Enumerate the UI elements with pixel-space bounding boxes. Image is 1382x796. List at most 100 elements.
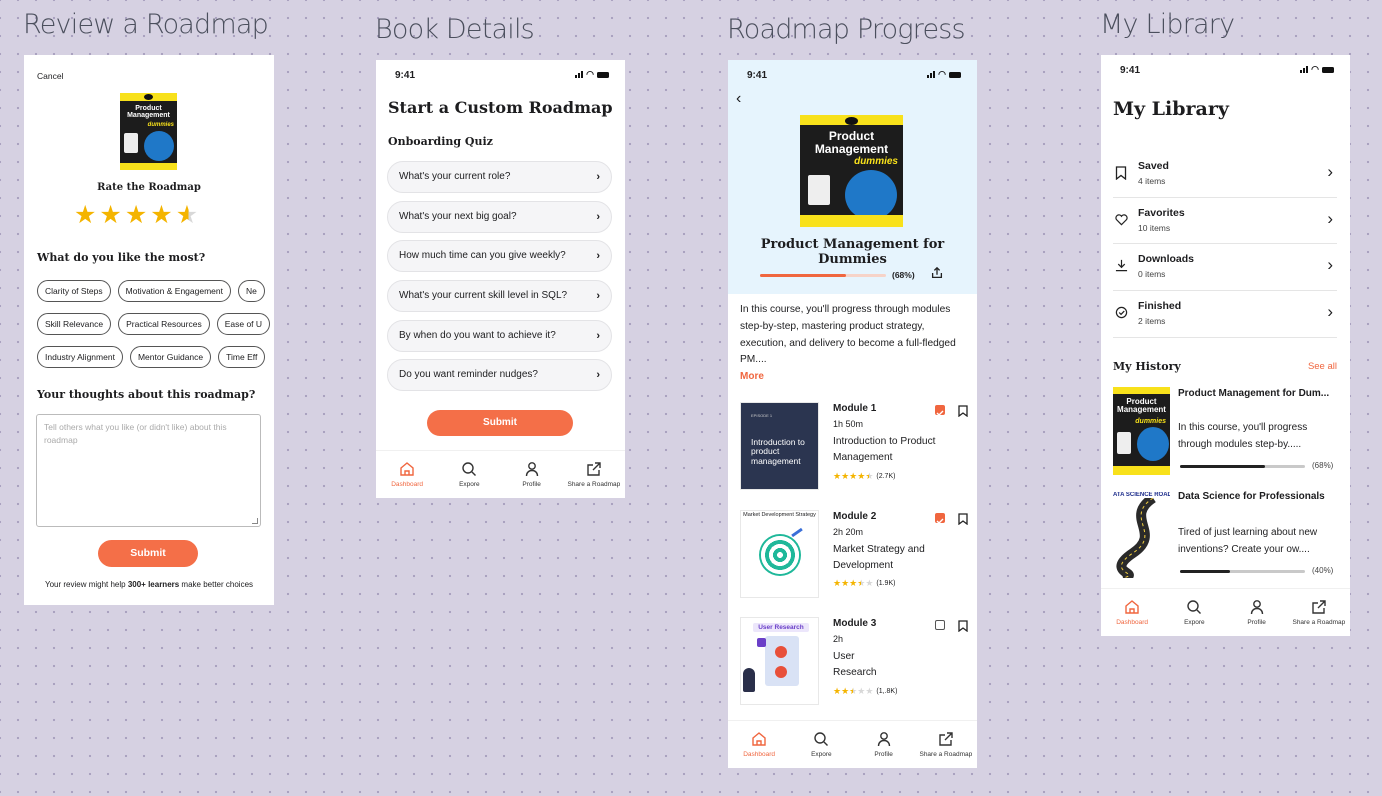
module-duration: 2h 20m: [833, 526, 864, 537]
search-icon: [461, 461, 477, 479]
module-title: User Research: [833, 651, 877, 679]
see-all-link[interactable]: See all: [1308, 361, 1337, 372]
module-title: Introduction to Product Management: [833, 436, 936, 464]
chip[interactable]: Ne: [237, 280, 265, 302]
rating-count: (2.7K): [876, 472, 896, 480]
tab-expore[interactable]: Expore: [1163, 589, 1225, 636]
chip[interactable]: Clarity of Steps: [37, 280, 111, 302]
wifi-icon: ◠: [1311, 64, 1319, 74]
tab-label: Expore: [811, 751, 832, 758]
canvas-title-library: My Library: [1100, 9, 1235, 40]
module-thumbnail: User Research: [740, 617, 819, 705]
quiz-question[interactable]: What's your next big goal? ›: [387, 200, 612, 233]
bookmark-icon[interactable]: [958, 619, 968, 637]
tab-share-a-roadmap[interactable]: Share a Roadmap: [915, 721, 977, 768]
module-row[interactable]: EPISODE 1 Introduction to product managem…: [740, 402, 968, 510]
star-rating[interactable]: ★★★★★: [74, 200, 201, 230]
chip[interactable]: Motivation & Engagement: [117, 280, 231, 302]
module-rating: ★★★★★ (1.9K): [833, 578, 943, 589]
quiz-question[interactable]: What's your current role? ›: [387, 161, 612, 193]
check-circle-icon: [1115, 306, 1128, 324]
tab-label: Expore: [459, 481, 480, 488]
tab-profile[interactable]: Profile: [853, 721, 915, 768]
home-icon: [399, 461, 415, 479]
share-icon[interactable]: [930, 266, 944, 280]
tab-bar: Dashboard Expore Profile Share a Roadmap: [376, 450, 625, 498]
thoughts-textarea[interactable]: Tell others what you like (or didn't lik…: [36, 414, 261, 527]
chip[interactable]: Time Eff: [218, 346, 266, 368]
module-checkbox[interactable]: [935, 405, 945, 416]
tab-profile[interactable]: Profile: [501, 451, 563, 498]
home-icon: [1124, 599, 1140, 617]
history-item[interactable]: Product Management dummies Product Managem…: [1113, 385, 1341, 490]
share-icon: [938, 731, 954, 749]
star-icon: ★: [841, 578, 850, 589]
library-item-saved[interactable]: Saved 4 items ›: [1113, 151, 1337, 198]
quiz-question[interactable]: How much time can you give weekly? ›: [387, 240, 612, 273]
submit-button[interactable]: Submit: [427, 410, 573, 436]
tab-expore[interactable]: Expore: [438, 451, 500, 498]
chip[interactable]: Industry Alignment: [37, 346, 123, 368]
chip[interactable]: Ease of U: [216, 313, 271, 335]
quiz-question[interactable]: By when do you want to achieve it? ›: [387, 319, 612, 352]
chevron-right-icon: ›: [596, 329, 600, 342]
cancel-button[interactable]: Cancel: [37, 71, 63, 81]
history-item[interactable]: ATA SCIENCE ROADMA Data Science for Profe…: [1113, 490, 1341, 595]
tab-label: Profile: [874, 751, 893, 758]
module-row[interactable]: Market Development Strategy Module 2 2h 20…: [740, 509, 968, 618]
library-item-downloads[interactable]: Downloads 0 items ›: [1113, 244, 1337, 292]
history-title: Product Management for Dum...: [1178, 388, 1330, 399]
module-checkbox[interactable]: [935, 620, 945, 630]
module-list: EPISODE 1 Introduction to product managem…: [740, 402, 968, 725]
tab-dashboard[interactable]: Dashboard: [1101, 589, 1163, 636]
library-item-count: 0 items: [1138, 269, 1166, 280]
quiz-question[interactable]: Do you want reminder nudges? ›: [387, 359, 612, 392]
chip-row: Industry Alignment Mentor Guidance Time Ef…: [37, 346, 274, 368]
heart-icon: [1115, 213, 1128, 231]
book-cover: Product Management dummies: [800, 115, 903, 227]
check-icon: [757, 638, 766, 647]
search-icon: [1186, 599, 1202, 617]
thumb-text: User Research: [753, 623, 809, 632]
bookmark-icon[interactable]: [958, 512, 968, 530]
share-icon: [586, 461, 602, 479]
signal-icon: [927, 71, 936, 78]
tab-dashboard[interactable]: Dashboard: [728, 721, 790, 768]
module-row[interactable]: User Research Module 3 2h User Research ★★★★…: [740, 617, 968, 725]
tab-share-a-roadmap[interactable]: Share a Roadmap: [1288, 589, 1350, 636]
quiz-question[interactable]: What's your current skill level in SQL? ›: [387, 280, 612, 313]
chip[interactable]: Skill Relevance: [37, 313, 112, 335]
tab-expore[interactable]: Expore: [790, 721, 852, 768]
tab-dashboard[interactable]: Dashboard: [376, 451, 438, 498]
module-checkbox[interactable]: [935, 512, 945, 524]
module-rating: ★★★★★ (1,.8K): [833, 686, 943, 697]
history-progress-fill: [1180, 570, 1230, 573]
module-duration: 2h: [833, 634, 844, 644]
tab-label: Share a Roadmap: [567, 481, 621, 488]
download-icon: [1115, 259, 1128, 277]
chevron-right-icon: ›: [596, 210, 600, 223]
library-item-finished[interactable]: Finished 2 items ›: [1113, 291, 1337, 338]
thumb-text: Introduction to product management: [751, 437, 805, 466]
tab-profile[interactable]: Profile: [1226, 589, 1288, 636]
chip[interactable]: Mentor Guidance: [129, 346, 212, 368]
module-name: Module 2: [833, 510, 877, 522]
chevron-right-icon: ›: [1327, 162, 1333, 181]
tab-share-a-roadmap[interactable]: Share a Roadmap: [563, 451, 625, 498]
history-progress-label: (68%): [1312, 461, 1334, 470]
library-item-favorites[interactable]: Favorites 10 items ›: [1113, 198, 1337, 245]
chip[interactable]: Practical Resources: [118, 313, 210, 335]
quiz-question-label: How much time can you give weekly?: [399, 250, 566, 262]
submit-button[interactable]: Submit: [98, 540, 198, 567]
tab-label: Dashboard: [743, 751, 776, 758]
star-icon: ★: [833, 685, 842, 696]
resize-handle-icon[interactable]: [252, 518, 258, 524]
wifi-icon: ◠: [938, 69, 946, 79]
library-item-count: 2 items: [1138, 316, 1166, 327]
module-info: Module 3 2h User Research ★★★★★ (1,.8K): [833, 618, 943, 697]
canvas-title-progress: Roadmap Progress: [727, 14, 966, 45]
back-arrow-icon[interactable]: ‹: [736, 90, 741, 108]
bookmark-icon[interactable]: [958, 404, 968, 422]
textarea-placeholder: Tell others what you like (or didn't lik…: [44, 422, 227, 445]
more-link[interactable]: More: [740, 371, 764, 382]
